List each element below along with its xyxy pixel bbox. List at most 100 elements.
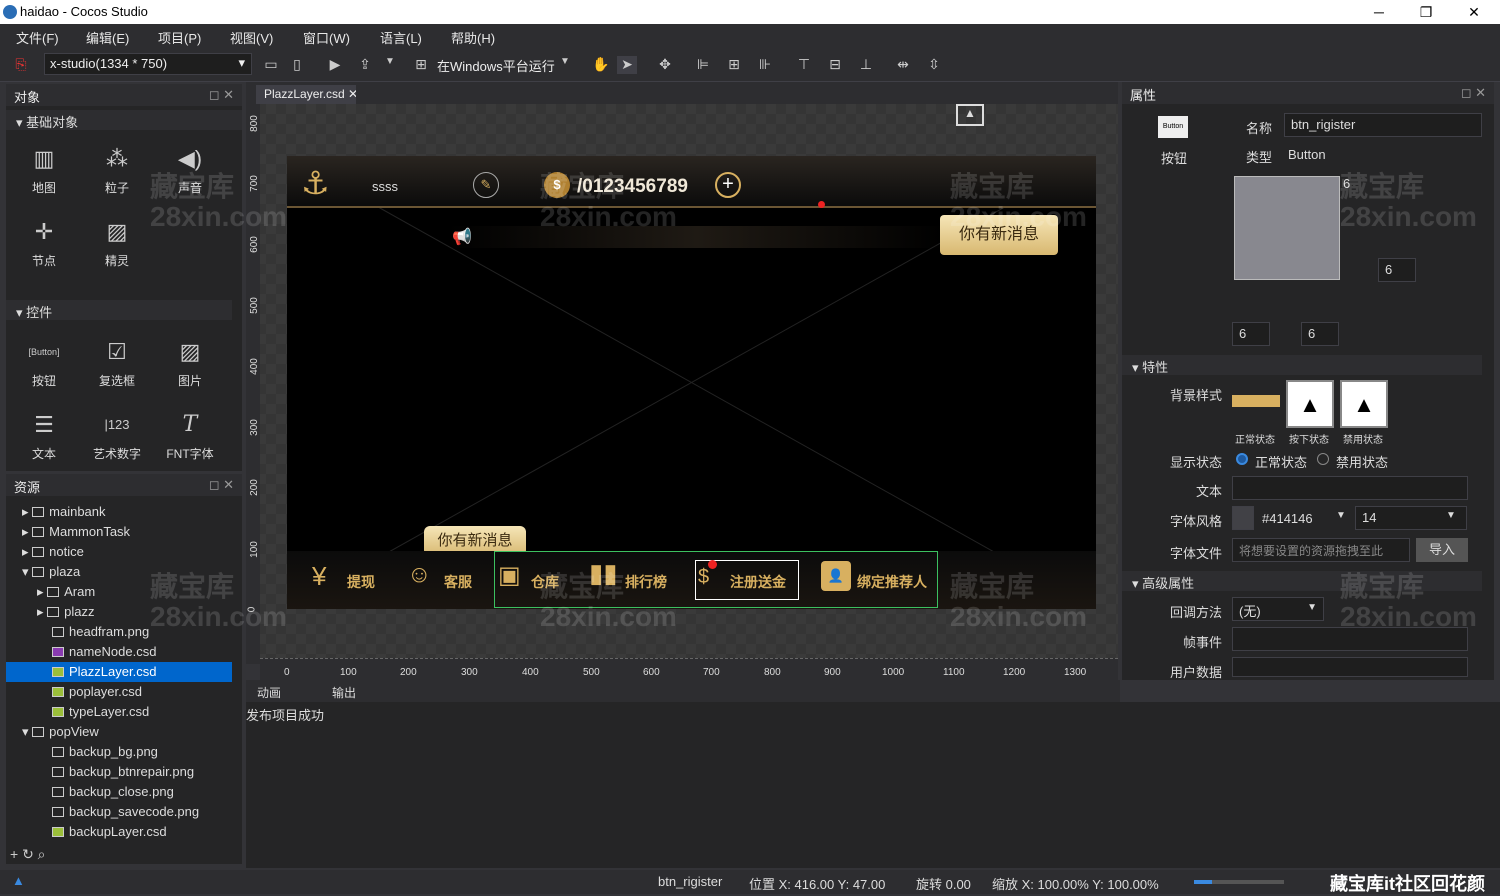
chevron-down-icon[interactable]: ▼ (383, 56, 397, 74)
disabled-state-image-icon[interactable]: ▲ (1340, 380, 1388, 428)
radio-disabled-label[interactable]: 禁用状态 (1336, 452, 1388, 471)
add-coins-icon[interactable]: + (715, 172, 741, 198)
hand-tool-icon[interactable]: ✋ (592, 56, 610, 74)
menu-view[interactable]: 视图(V) (230, 28, 273, 47)
pressed-state-image-icon[interactable]: ▲ (1286, 380, 1334, 428)
normal-state-thumb[interactable] (1232, 395, 1280, 407)
color-dropdown-icon[interactable]: ▼ (1336, 510, 1346, 521)
warning-icon[interactable]: ▲ (12, 873, 25, 888)
close-button[interactable]: ✕ (1451, 0, 1497, 24)
sprite-tile[interactable]: ▨ 精灵 (87, 212, 147, 269)
tab-output[interactable]: 输出 (332, 684, 356, 701)
tree-file[interactable]: nameNode.csd (6, 642, 232, 662)
run-platform-label[interactable]: 在Windows平台运行 (437, 56, 555, 75)
tree-file[interactable]: headfram.png (6, 622, 232, 642)
tree-file[interactable]: backup_savecode.png (6, 802, 232, 822)
portrait-icon[interactable]: ▯ (288, 56, 306, 74)
text-input[interactable] (1232, 476, 1468, 500)
menu-project[interactable]: 项目(P) (158, 28, 201, 47)
radio-disabled[interactable] (1317, 453, 1329, 465)
offscreen-sprite-icon[interactable]: ▲ (956, 104, 984, 126)
game-scene[interactable]: ⚓ ssss ✎ $ /0123456789 + 📢 你有新消息 你有新消息 ¥… (287, 156, 1096, 609)
tree-file[interactable]: backup_btnrepair.png (6, 762, 232, 782)
fnt-tile[interactable]: T FNT字体 (160, 405, 220, 462)
align-right-icon[interactable]: ⊪ (756, 56, 774, 74)
run-dropdown-icon[interactable]: ▼ (558, 56, 572, 74)
menu-file[interactable]: 文件(F) (16, 28, 59, 47)
tree-folder[interactable]: ▾ popView (6, 722, 232, 742)
basic-objects-section[interactable]: ▾ 基础对象 (6, 110, 242, 130)
font-color-value[interactable]: #414146 (1262, 511, 1313, 526)
controls-section[interactable]: ▾ 控件 (6, 300, 232, 320)
size-dropdown-icon[interactable]: ▼ (1446, 510, 1456, 521)
tree-file[interactable]: backup_close.png (6, 782, 232, 802)
tab-animation[interactable]: 动画 (257, 684, 281, 701)
withdraw-label[interactable]: 提现 (347, 572, 375, 592)
features-section[interactable]: ▾ 特性 (1122, 355, 1482, 375)
margin-top-field[interactable]: 6 (1339, 172, 1367, 196)
margin-bottom-right-field[interactable]: 6 (1301, 322, 1339, 346)
tree-folder[interactable]: ▾ plaza (6, 562, 232, 582)
tree-file[interactable]: typeLayer.csd (6, 702, 232, 722)
menu-language[interactable]: 语言(L) (380, 28, 422, 47)
name-input[interactable]: btn_rigister (1284, 113, 1482, 137)
align-top-icon[interactable]: ⊤ (795, 56, 813, 74)
tree-file-selected[interactable]: PlazzLayer.csd (6, 662, 232, 682)
text-tile[interactable]: ☰ 文本 (14, 405, 74, 462)
edit-name-icon[interactable]: ✎ (473, 172, 499, 198)
tree-folder[interactable]: ▸ plazz (6, 602, 232, 622)
move-icon[interactable]: ✥ (656, 56, 674, 74)
referrer-label[interactable]: 绑定推荐人 (857, 572, 927, 592)
radio-normal-label[interactable]: 正常状态 (1255, 452, 1307, 471)
warehouse-label[interactable]: 仓库 (531, 572, 559, 592)
new-message-bubble[interactable]: 你有新消息 (940, 215, 1058, 255)
checkbox-tile[interactable]: ☑ 复选框 (87, 332, 147, 389)
node-tile[interactable]: ✛ 节点 (14, 212, 74, 269)
particle-tile[interactable]: ⁂ 粒子 (87, 139, 147, 196)
callback-select[interactable]: (无) ▼ (1232, 597, 1324, 621)
margin-right-field[interactable]: 6 (1378, 258, 1416, 282)
align-left-icon[interactable]: ⊫ (694, 56, 712, 74)
add-icon[interactable]: + ↻ ⌕ (10, 846, 46, 863)
button-tile[interactable]: [Button] 按钮 (14, 332, 74, 389)
import-button[interactable]: 导入 (1416, 538, 1468, 562)
service-label[interactable]: 客服 (444, 572, 472, 592)
distribute-v-icon[interactable]: ⇳ (925, 56, 943, 74)
select-tool-icon[interactable]: ➤ (617, 56, 637, 74)
tree-file[interactable]: poplayer.csd (6, 682, 232, 702)
radio-normal[interactable] (1236, 453, 1248, 465)
publish-icon[interactable]: ⎘ (12, 56, 30, 74)
font-color-swatch[interactable] (1232, 506, 1254, 530)
tree-folder[interactable]: ▸ MammonTask (6, 522, 232, 542)
menu-help[interactable]: 帮助(H) (451, 28, 495, 47)
image-tile[interactable]: ▨ 图片 (160, 332, 220, 389)
font-file-drop[interactable]: 将想要设置的资源拖拽至此 (1232, 538, 1410, 562)
zoom-slider[interactable] (1194, 880, 1284, 884)
play-icon[interactable]: ▶ (326, 56, 344, 74)
map-tile[interactable]: ▥ 地图 (14, 139, 74, 196)
advanced-section[interactable]: ▾ 高级属性 (1122, 571, 1482, 591)
user-data-input[interactable] (1232, 657, 1468, 677)
tab-plazzlayer[interactable]: PlazzLayer.csd ✕ (256, 85, 356, 104)
tree-folder[interactable]: ▸ notice (6, 542, 232, 562)
maximize-button[interactable]: ❐ (1403, 0, 1449, 24)
frame-event-input[interactable] (1232, 627, 1468, 651)
distribute-h-icon[interactable]: ⇹ (894, 56, 912, 74)
align-center-icon[interactable]: ⊞ (725, 56, 743, 74)
resolution-select[interactable]: x-studio(1334 * 750) ▾ (44, 53, 252, 75)
minimize-button[interactable]: ─ (1356, 0, 1402, 24)
ranking-label[interactable]: 排行榜 (625, 572, 667, 592)
atlas-number-tile[interactable]: |123 艺术数字 (87, 405, 147, 462)
align-middle-icon[interactable]: ⊟ (826, 56, 844, 74)
margin-bottom-left-field[interactable]: 6 (1232, 322, 1270, 346)
tree-folder[interactable]: ▸ Aram (6, 582, 232, 602)
upload-icon[interactable]: ⇪ (356, 56, 374, 74)
tree-file[interactable]: backup_bg.png (6, 742, 232, 762)
menu-edit[interactable]: 编辑(E) (86, 28, 129, 47)
landscape-icon[interactable]: ▭ (262, 56, 280, 74)
tree-folder[interactable]: ▸ mainbank (6, 502, 232, 522)
align-bottom-icon[interactable]: ⊥ (857, 56, 875, 74)
menu-window[interactable]: 窗口(W) (303, 28, 350, 47)
sound-tile[interactable]: ◀) 声音 (160, 139, 220, 196)
tree-file[interactable]: backupLayer.csd (6, 822, 232, 842)
